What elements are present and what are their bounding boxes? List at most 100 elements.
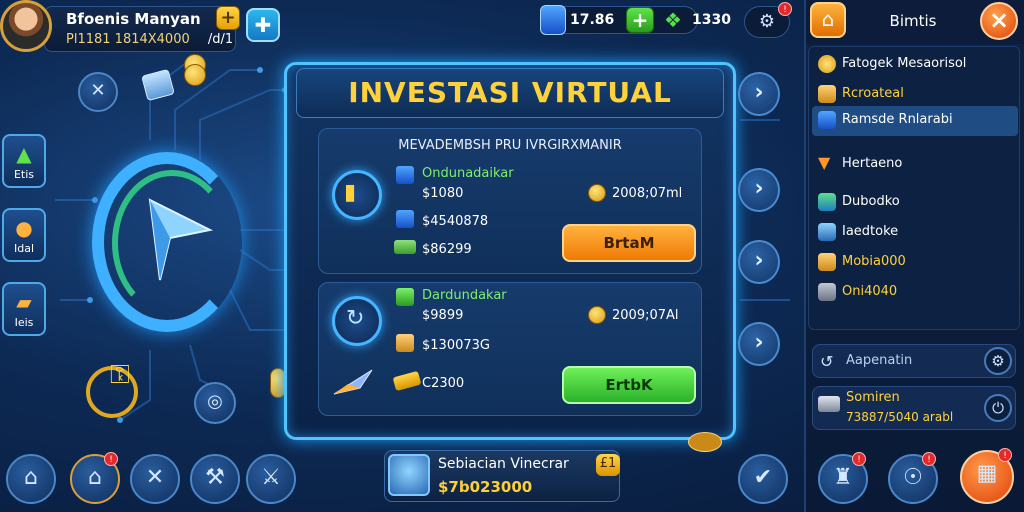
map-icon: ▰ [16, 290, 32, 314]
crossed-swords-icon[interactable]: ✕ [130, 454, 180, 504]
sidebar-item-5[interactable]: Dubodko [812, 188, 1018, 216]
side-button-idal-label: Idal [13, 242, 35, 255]
sidebar-item-2[interactable]: Rcroateal [812, 80, 1018, 108]
card1-row-2: $4540878 [422, 214, 489, 229]
gems-value: 17.86 [570, 12, 615, 28]
sidebar-item-1[interactable]: Fatogek Mesaorisol [812, 50, 1018, 78]
card1-buy-button[interactable]: BrtaM [562, 224, 696, 262]
sidebar-item-6-label: Iaedtoke [842, 224, 899, 239]
notification-badge: ! [778, 2, 792, 16]
bottom-profile-name: Sebiacian Vinecrar [438, 456, 569, 472]
sidebar-item-2-label: Rcroateal [842, 86, 904, 101]
sidebar-title: Bimtis [889, 12, 937, 30]
add-gems-button[interactable]: + [626, 7, 654, 33]
card2-coin-value: 2009;07Al [612, 308, 679, 323]
sidebar-item-4-label: Hertaeno [842, 156, 903, 171]
house-notification-badge: ! [104, 452, 118, 466]
key-glyph-icon: ⚿ [110, 360, 130, 390]
chevron-right-icon[interactable]: › [738, 72, 780, 116]
chevron-right-icon-4[interactable]: › [738, 322, 780, 366]
sidebar-item-5-label: Dubodko [842, 194, 900, 209]
panel-title: INVESTASI VIRTUAL [348, 76, 672, 109]
funnel-icon: ▼ [818, 153, 831, 172]
bottom-avatar [388, 454, 430, 496]
card2-buy-button[interactable]: ErtbK [562, 366, 696, 404]
arrow-logo-icon [148, 198, 214, 281]
side-button-stats-label: Etis [13, 168, 35, 181]
book-icon [141, 68, 175, 102]
hand-coin-icon: ● [15, 216, 33, 240]
sidebar-item-7[interactable]: Mobia000 [812, 248, 1018, 276]
sidebar-item-3[interactable]: Ramsde Rnlarabi [812, 106, 1018, 136]
home-icon[interactable]: ⌂ [6, 454, 56, 504]
trophy-notification-badge: ! [852, 452, 866, 466]
sidebar-item-8[interactable]: Oni4040 [812, 278, 1018, 306]
shield-icon [818, 111, 836, 129]
sidebar-home-button[interactable]: ⌂ [810, 2, 846, 38]
player-id-text: Pl1181 1814X4000 [66, 32, 190, 47]
attack-sword-icon[interactable]: ⚔ [246, 454, 296, 504]
gold-coin-icon [588, 184, 606, 202]
cash-icon: ❖ [664, 8, 682, 32]
card2-row-2: $130073G [422, 338, 490, 353]
side-button-ieis[interactable]: ▰ Ieis [2, 282, 46, 336]
player-avatar[interactable] [0, 0, 52, 52]
power-icon[interactable]: ⏻ [984, 394, 1012, 422]
side-button-ieis-label: Ieis [14, 316, 34, 329]
growth-chart-icon [332, 170, 382, 220]
cash-value: 1330 [692, 12, 731, 28]
puzzle-icon[interactable]: ✚ [246, 8, 280, 42]
side-button-stats[interactable]: ▲ Etis [2, 134, 46, 188]
card2-category: Dardundakar [422, 288, 507, 303]
sidebar-item-4[interactable]: ▼ Hertaeno [812, 150, 1018, 178]
stone-block-icon [818, 283, 836, 301]
gold-coin-icon-2 [588, 306, 606, 324]
tablet-icon [818, 223, 836, 241]
side-button-idal[interactable]: ● Idal [2, 208, 46, 262]
player-name: Bfoenis Manyan [66, 10, 201, 28]
card1-row-1: $1080 [422, 186, 464, 201]
tools-icon[interactable]: ⚒ [190, 454, 240, 504]
checkmark-icon[interactable]: ✔ [738, 454, 788, 504]
stack-icon [818, 396, 840, 412]
green-cube-icon [396, 288, 414, 306]
cycle-glyph-icon: ↻ [346, 306, 365, 331]
add-plus-button[interactable]: + [216, 6, 240, 30]
gem-icon [540, 5, 566, 35]
card1-row-3: $86299 [422, 242, 472, 257]
card2-row-1: $9899 [422, 308, 464, 323]
bar-chart-glyph-icon: ▮ [344, 180, 357, 205]
crate-icon-2 [818, 85, 836, 103]
sidebar-item-3-label: Ramsde Rnlarabi [842, 112, 953, 127]
wrench-icon[interactable]: ✕ [78, 72, 118, 112]
sidebar-item-6[interactable]: Iaedtoke [812, 218, 1018, 246]
coin-icon [818, 55, 836, 73]
gamepad-notification-badge: ! [922, 452, 936, 466]
shield-gem-icon [396, 166, 414, 184]
player-id-suffix: /d/1 [207, 32, 234, 47]
chevron-right-icon-2[interactable]: › [738, 168, 780, 212]
close-icon[interactable]: × [980, 2, 1018, 40]
box-icon [818, 253, 836, 271]
aapenatin-label: Aapenatin [846, 353, 913, 368]
card2-row-3: C2300 [422, 376, 465, 391]
target-icon[interactable]: ◎ [194, 382, 236, 424]
card1-category: Ondunadaikar [422, 166, 514, 181]
refresh-icon: ↺ [820, 352, 834, 371]
panel-subtitle: MEVADEMBSH PRU IVRGIRXMANIR [398, 138, 622, 153]
sidebar-item-7-label: Mobia000 [842, 254, 906, 269]
gear-icon[interactable]: ⚙ [984, 347, 1012, 375]
coin-stack-icon-2 [184, 64, 206, 86]
rocket-icon [333, 369, 373, 395]
cash-bill-icon [394, 240, 416, 254]
cube-icon [396, 210, 414, 228]
bottom-profile-badge: £1 [596, 454, 620, 476]
card1-coin-value: 2008;07ml [612, 186, 683, 201]
bottom-profile-money: $7b023000 [438, 478, 533, 496]
chevron-right-icon-3[interactable]: › [738, 240, 780, 284]
summary-value: 73887/5040 arabl [846, 410, 954, 424]
summary-title: Somiren [846, 390, 900, 405]
coin-pile-icon [688, 432, 722, 452]
sidebar-item-1-label: Fatogek Mesaorisol [842, 56, 967, 71]
block-icon [818, 193, 836, 211]
